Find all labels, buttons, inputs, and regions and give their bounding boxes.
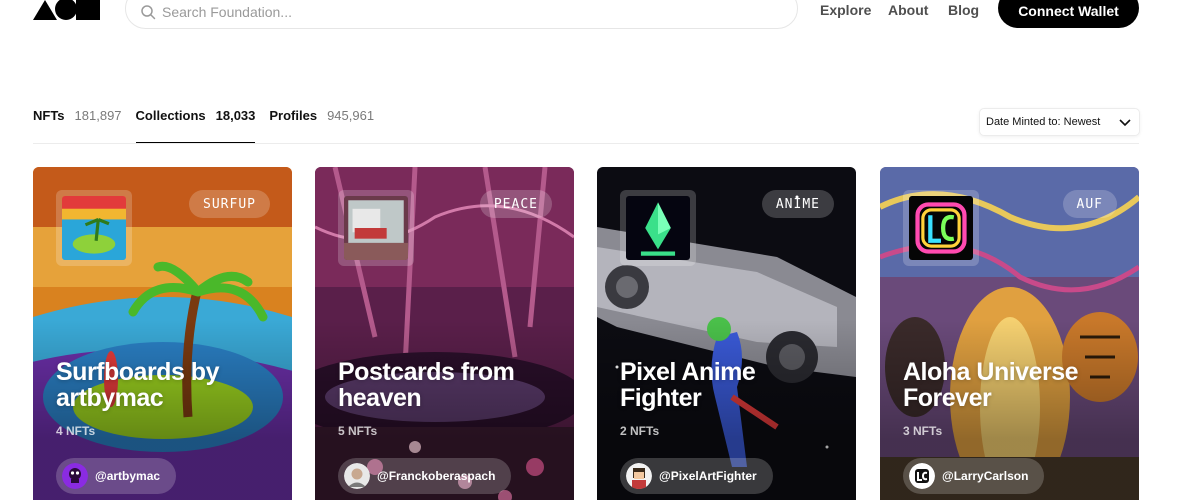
nav-about-link[interactable]: About — [888, 2, 928, 18]
collection-nft-count: 2 NFTs — [620, 424, 660, 438]
collection-card[interactable]: ANIME Pixel Anime Fighter 2 NFTs @PixelA… — [597, 167, 856, 500]
collection-title: Aloha Universe Forever — [903, 358, 1079, 412]
creator-pill[interactable]: @Franckoberaspach — [338, 458, 512, 494]
collection-card[interactable]: PEACE Postcards from heaven 5 NFTs @Fran… — [315, 167, 574, 500]
collection-symbol-badge: SURFUP — [189, 190, 270, 218]
collection-thumbnail — [620, 190, 696, 266]
search-icon — [141, 4, 156, 19]
collection-card[interactable]: AUF Aloha Universe Forever 3 NFTs @Larry… — [880, 167, 1139, 500]
collection-thumbnail — [338, 190, 414, 266]
collection-title: Pixel Anime Fighter — [620, 358, 756, 412]
collection-nft-count: 5 NFTs — [338, 424, 378, 438]
chevron-down-icon — [1119, 119, 1131, 127]
creator-handle: @PixelArtFighter — [659, 469, 757, 483]
search-bar[interactable] — [125, 0, 798, 29]
foundation-logo[interactable] — [33, 0, 103, 20]
creator-avatar — [62, 463, 88, 489]
tab-label: NFTs — [33, 108, 65, 123]
collection-logo-image — [62, 196, 126, 260]
connect-wallet-button[interactable]: Connect Wallet — [998, 0, 1139, 28]
collection-card[interactable]: SURFUP Surfboards by artbymac 4 NFTs @ar… — [33, 167, 292, 500]
creator-handle: @LarryCarlson — [942, 469, 1029, 483]
tab-count: 18,033 — [215, 108, 256, 123]
results-tabs: NFTs 181,897 Collections 18,033 Profiles… — [33, 108, 374, 144]
tab-nfts[interactable]: NFTs 181,897 — [33, 108, 122, 144]
search-input[interactable] — [162, 3, 762, 20]
collection-logo-image — [626, 196, 690, 260]
collection-nft-count: 3 NFTs — [903, 424, 943, 438]
creator-pill[interactable]: @LarryCarlson — [903, 458, 1045, 494]
tab-count: 181,897 — [74, 108, 122, 123]
tab-collections[interactable]: Collections 18,033 — [135, 108, 256, 144]
creator-avatar — [344, 463, 370, 489]
creator-pill[interactable]: @artbymac — [56, 458, 177, 494]
collection-symbol-badge: ANIME — [761, 190, 834, 218]
collection-logo-image — [344, 196, 408, 260]
tab-profiles[interactable]: Profiles 945,961 — [269, 108, 374, 144]
triangle-logo-shape — [33, 0, 57, 20]
nav-blog-link[interactable]: Blog — [948, 2, 979, 18]
creator-avatar — [626, 463, 652, 489]
collection-title: Surfboards by artbymac — [56, 358, 219, 412]
creator-handle: @Franckoberaspach — [377, 469, 496, 483]
circle-logo-shape — [55, 0, 77, 20]
sort-selected-value: Date Minted to: Newest — [986, 116, 1101, 128]
collection-nft-count: 4 NFTs — [56, 424, 96, 438]
nav-explore-link[interactable]: Explore — [820, 2, 871, 18]
collection-thumbnail — [903, 190, 979, 266]
creator-avatar — [909, 463, 935, 489]
collection-symbol-badge: PEACE — [479, 190, 552, 218]
square-logo-shape — [76, 0, 100, 20]
creator-pill[interactable]: @PixelArtFighter — [620, 458, 773, 494]
sort-dropdown[interactable]: Date Minted to: Newest — [979, 108, 1140, 136]
collection-logo-image — [909, 196, 973, 260]
collection-symbol-badge: AUF — [1062, 190, 1117, 218]
tabs-divider — [33, 143, 1139, 144]
tab-label: Collections — [135, 108, 206, 123]
creator-handle: @artbymac — [95, 469, 161, 483]
collection-thumbnail — [56, 190, 132, 266]
tab-label: Profiles — [269, 108, 318, 123]
tab-count: 945,961 — [327, 108, 375, 123]
collection-title: Postcards from heaven — [338, 358, 515, 412]
